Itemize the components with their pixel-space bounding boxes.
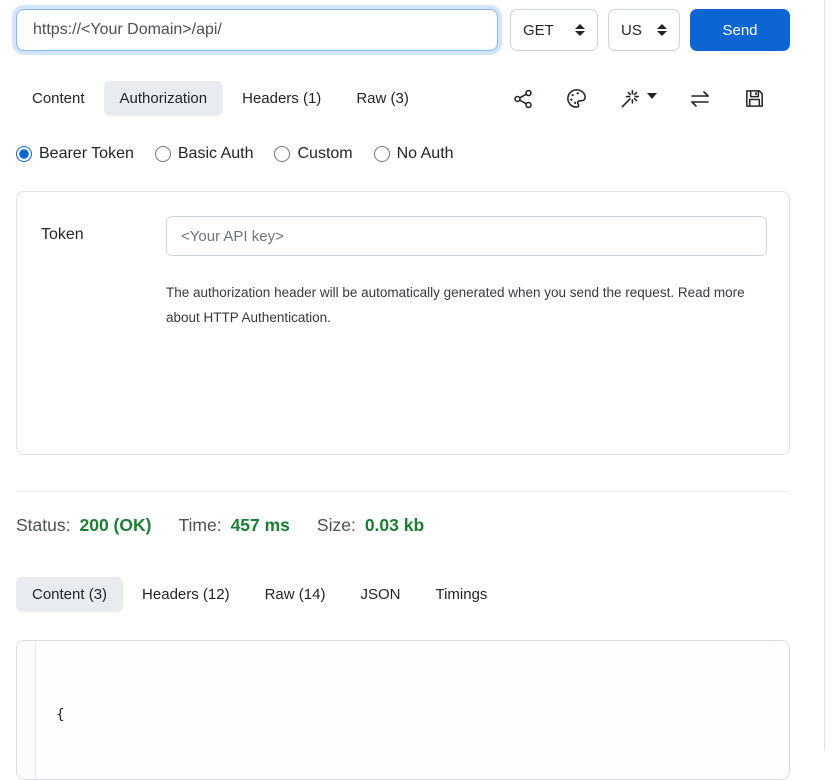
resp-tab-timings[interactable]: Timings (419, 577, 503, 612)
swap-arrows-icon[interactable] (688, 87, 712, 111)
resp-tab-headers[interactable]: Headers (12) (126, 577, 246, 612)
share-icon[interactable] (512, 88, 534, 110)
chevron-down-icon (647, 93, 657, 99)
send-button[interactable]: Send (690, 9, 790, 51)
token-column: The authorization header will be automat… (166, 216, 767, 454)
resp-tab-json[interactable]: JSON (344, 577, 416, 612)
region-select[interactable]: US (608, 9, 680, 51)
request-tabs-row: Content Authorization Headers (1) Raw (3… (16, 81, 790, 116)
main-content: GET US Send Content Authorization Header… (0, 0, 790, 780)
time-value: 457 ms (231, 515, 290, 536)
radio-basic-auth-input[interactable] (155, 146, 171, 162)
status-label: Status: (16, 515, 70, 536)
method-select-value: GET (523, 22, 554, 39)
scrollbar-track[interactable] (824, 0, 825, 750)
status-stat: Status: 200 (OK) (16, 515, 151, 536)
auth-type-options: Bearer Token Basic Auth Custom No Auth (16, 145, 790, 163)
time-stat: Time: 457 ms (178, 515, 289, 536)
select-arrows-icon (657, 24, 667, 36)
size-label: Size: (317, 515, 356, 536)
request-toolbar (512, 87, 790, 111)
select-arrows-icon (575, 24, 585, 36)
token-input[interactable] (166, 216, 767, 256)
response-body-panel: { "message": "API running." } (16, 640, 790, 780)
url-input[interactable] (16, 9, 498, 51)
radio-bearer-token[interactable]: Bearer Token (16, 145, 134, 163)
status-value: 200 (OK) (79, 515, 151, 536)
response-status-row: Status: 200 (OK) Time: 457 ms Size: 0.03… (16, 515, 790, 536)
tab-authorization[interactable]: Authorization (104, 81, 224, 116)
radio-custom[interactable]: Custom (274, 145, 352, 163)
response-json-code: { "message": "API running." } (36, 641, 309, 779)
tab-content[interactable]: Content (16, 81, 101, 116)
method-select[interactable]: GET (510, 9, 598, 51)
size-value: 0.03 kb (365, 515, 424, 536)
radio-no-auth[interactable]: No Auth (374, 145, 454, 163)
resp-tab-raw[interactable]: Raw (14) (249, 577, 342, 612)
palette-icon[interactable] (565, 87, 588, 110)
section-divider (16, 491, 790, 492)
time-label: Time: (178, 515, 221, 536)
radio-no-auth-input[interactable] (374, 146, 390, 162)
radio-bearer-token-label: Bearer Token (39, 145, 134, 163)
tab-raw[interactable]: Raw (3) (340, 81, 425, 116)
code-line-open: { (56, 703, 309, 728)
resp-tab-content[interactable]: Content (3) (16, 577, 123, 612)
magic-wand-icon[interactable] (619, 87, 657, 110)
request-bar: GET US Send (16, 9, 790, 51)
token-label: Token (41, 216, 166, 454)
radio-no-auth-label: No Auth (397, 145, 454, 163)
auth-help-text: The authorization header will be automat… (166, 280, 756, 330)
code-gutter (17, 641, 36, 779)
response-tabs-row: Content (3) Headers (12) Raw (14) JSON T… (16, 577, 790, 612)
radio-basic-auth-label: Basic Auth (178, 145, 254, 163)
radio-bearer-token-input[interactable] (16, 146, 32, 162)
auth-panel: Token The authorization header will be a… (16, 191, 790, 455)
radio-custom-label: Custom (297, 145, 352, 163)
tab-headers[interactable]: Headers (1) (226, 81, 337, 116)
region-select-value: US (621, 22, 642, 39)
radio-custom-input[interactable] (274, 146, 290, 162)
save-icon[interactable] (743, 87, 766, 110)
radio-basic-auth[interactable]: Basic Auth (155, 145, 254, 163)
size-stat: Size: 0.03 kb (317, 515, 424, 536)
